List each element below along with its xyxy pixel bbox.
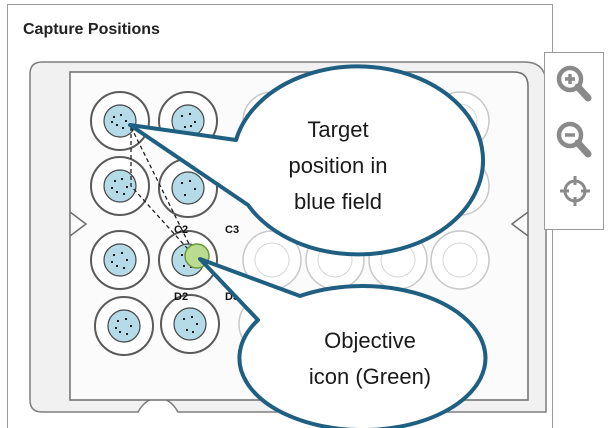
target-callout-line: blue field <box>293 189 383 214</box>
target-callout-line: position in <box>288 153 388 178</box>
label-D2: D2 <box>174 291 188 303</box>
zoom-toolbar <box>544 52 604 230</box>
well-C6 <box>430 230 490 290</box>
objective-callout-text: Objective icon (Green) <box>295 323 445 395</box>
objective-callout-line: icon (Green) <box>308 364 432 389</box>
target-callout-text: Target position in blue field <box>268 112 408 220</box>
well-C1 <box>90 230 150 290</box>
label-C3: C3 <box>225 224 239 236</box>
well-A1 <box>90 91 150 151</box>
label-C2: C2 <box>174 224 188 236</box>
crosshair-icon[interactable] <box>560 176 590 206</box>
target-callout-line: Target <box>307 117 369 142</box>
zoom-in-icon[interactable] <box>556 65 592 102</box>
well-D1 <box>94 296 154 356</box>
objective-callout-line: Objective <box>324 328 416 353</box>
zoom-out-icon[interactable] <box>556 121 592 158</box>
well-D2 <box>160 294 220 354</box>
well-B1 <box>90 156 150 216</box>
